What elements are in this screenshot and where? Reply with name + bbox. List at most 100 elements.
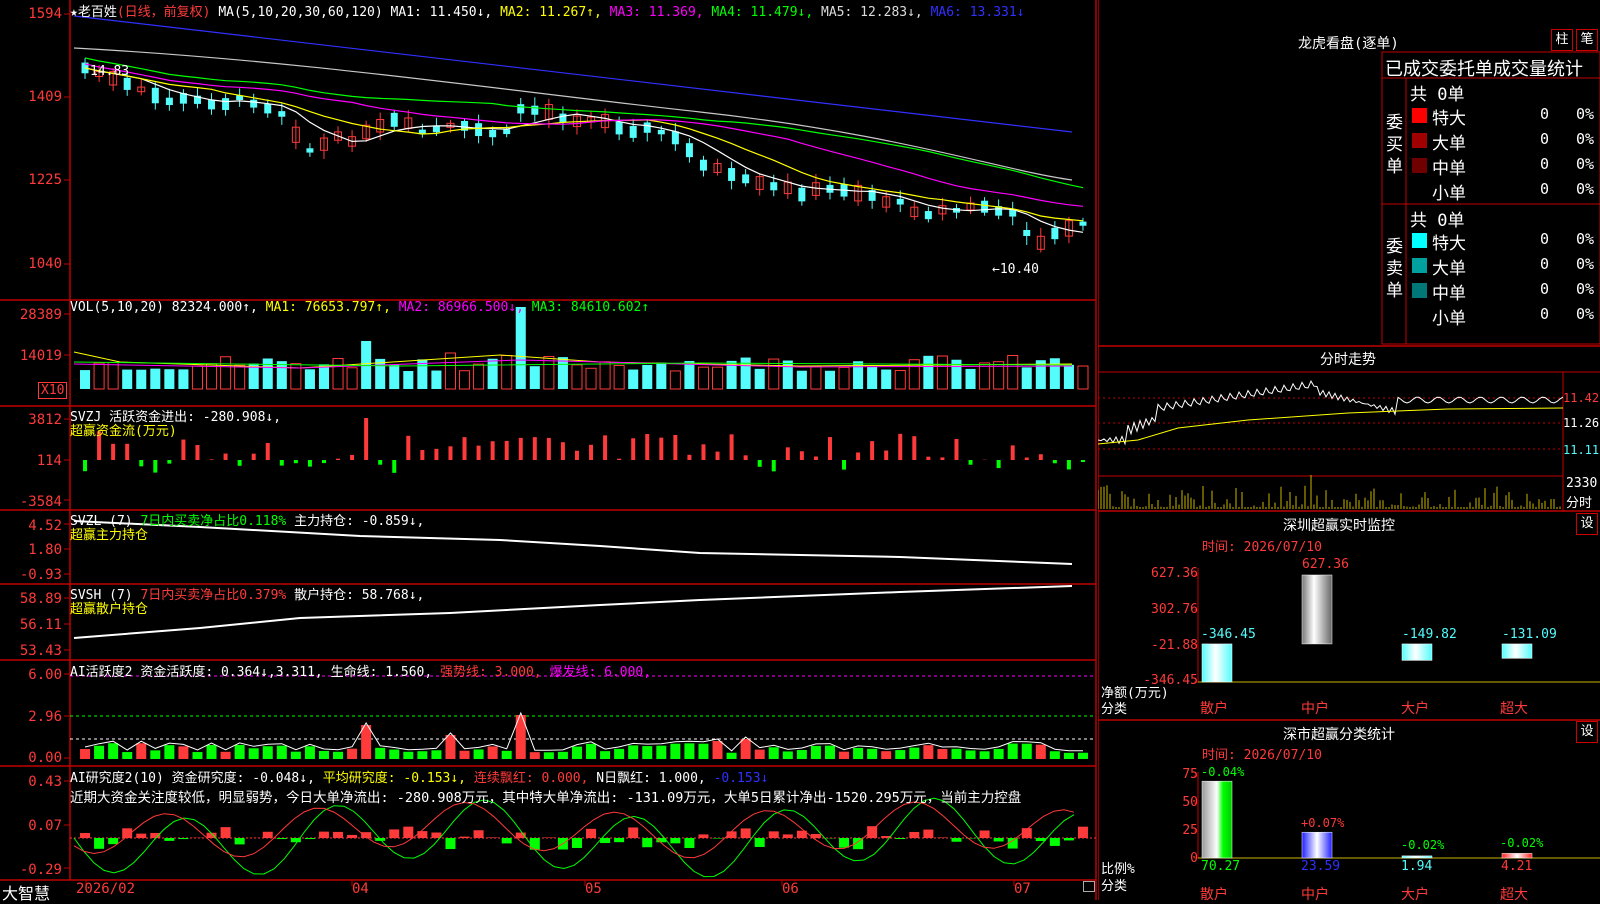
ai1-bar — [80, 749, 90, 759]
classify-bar-2 — [1402, 856, 1432, 858]
svzl-ratio: 7日内买卖净占比0.118% — [140, 514, 286, 529]
candle-down — [925, 211, 932, 219]
volume-bar-up — [94, 363, 104, 389]
ai2-bar-neg — [305, 838, 315, 839]
ai1-title-line: AI活跃度2 资金活跃度: 0.364↓,3.311, 生命线: 1.560, … — [70, 661, 651, 680]
candle-down — [658, 130, 665, 134]
ai2-bar-neg — [235, 838, 245, 844]
svzj-subtitle: 超赢资金流(万元) — [70, 420, 177, 439]
volume-bar-down — [741, 358, 751, 389]
volume-bar-down — [923, 356, 933, 389]
volume-bar-up — [572, 365, 582, 389]
ma-params: MA(5,10,20,30,60,120) — [218, 5, 382, 20]
ai1-e: 爆发线: 6.000, — [549, 665, 651, 680]
monitor-settings-button[interactable]: 设 — [1576, 513, 1598, 535]
ai2-bar-neg — [670, 838, 680, 843]
candle-down — [208, 100, 215, 110]
classify-xlabel-title: 分类 — [1101, 875, 1127, 894]
volume-bar-down — [966, 369, 976, 389]
ai2-bar-pos — [628, 827, 638, 838]
svzj-bar-in — [926, 457, 930, 460]
buy-row-swatch-2 — [1412, 158, 1427, 173]
ma1-value: MA1: 11.450↓, — [391, 5, 493, 20]
ai2-ylabel-0: 0.43 — [0, 774, 62, 790]
svzj-bar-in — [828, 437, 832, 460]
buy-row-pct-3: 0% — [1576, 180, 1594, 198]
pen-mode-button[interactable]: 笔 — [1576, 29, 1598, 51]
sell-row-count-3: 0 — [1540, 305, 1549, 323]
main-title-line: ★老百姓(日线，前复权) MA(5,10,20,30,60,120) MA1: … — [70, 1, 1025, 20]
ai1-bar — [909, 748, 919, 759]
monitor-bar-0 — [1202, 644, 1232, 682]
ai2-bar-neg — [1064, 838, 1074, 840]
volume-bar-up — [235, 365, 245, 389]
svzj-bar-in — [1039, 454, 1043, 460]
svzj-bar-out — [1081, 460, 1085, 462]
sell-row-name-1: 大单 — [1432, 254, 1466, 279]
volume-bar-up — [207, 364, 217, 389]
bar-mode-button[interactable]: 柱 — [1551, 29, 1573, 51]
volume-bar-up — [544, 357, 554, 389]
candle-down — [1023, 230, 1030, 236]
buy-row-pct-2: 0% — [1576, 155, 1594, 173]
ai1-bar — [178, 746, 188, 759]
ai2-bar-pos — [937, 837, 947, 838]
ai1-ylabel-0: 6.00 — [0, 667, 62, 683]
volume-bar-down — [867, 367, 877, 389]
svzj-bar-in — [687, 455, 691, 460]
ai2-bar-neg — [1050, 838, 1060, 846]
ai1-bar — [544, 752, 554, 759]
ai1-bar — [881, 751, 891, 759]
svzj-bar-out — [969, 460, 973, 465]
svsh-hold: 散户持仓: 58.768↓, — [294, 588, 424, 603]
sell-orders-label: 委卖单 — [1386, 236, 1406, 302]
ai2-b: 平均研究度: -0.153↓, — [323, 771, 466, 786]
xaxis-label-2: 05 — [585, 881, 602, 897]
svzj-ylabel-1: 114 — [0, 453, 62, 469]
vol-params: VOL(5,10,20) — [70, 300, 164, 315]
ma6-value: MA6: 13.331↓ — [931, 5, 1025, 20]
monitor-time: 时间: 2026/07/10 — [1202, 536, 1322, 555]
svzj-bar-out — [238, 460, 242, 466]
intraday-ylabel-0: 11.42 — [1563, 391, 1599, 405]
high-price-marker: 14.83 — [90, 64, 129, 79]
classify-settings-button[interactable]: 设 — [1576, 721, 1598, 743]
classify-ylabel-3: 0 — [1150, 851, 1198, 866]
candle-down — [1079, 222, 1086, 226]
vol-scale-badge[interactable]: X10 — [38, 382, 67, 399]
volume-bar-down — [530, 366, 540, 389]
ai1-bar — [1078, 753, 1088, 759]
ai1-bar — [249, 748, 259, 759]
candle-down — [742, 174, 749, 183]
intraday-bottom-label: 分时 — [1566, 492, 1592, 511]
ai2-bar-neg — [178, 838, 188, 839]
ai2-bar-neg — [1008, 838, 1018, 849]
volume-bar-down — [319, 364, 329, 389]
vol-value: 82324.000↑, — [172, 300, 258, 315]
svsh-ratio: 7日内买卖净占比0.379% — [140, 588, 286, 603]
ai1-bar — [474, 749, 484, 759]
ai1-bar — [713, 741, 723, 759]
svzj-bar-in — [940, 457, 944, 460]
lock-icon[interactable] — [1083, 881, 1095, 892]
ai1-bar — [1022, 744, 1032, 759]
candle-down — [222, 98, 229, 110]
candle-down — [981, 201, 988, 213]
ai1-bar — [207, 745, 217, 759]
volume-bars — [80, 307, 1088, 389]
ai1-bar — [980, 751, 990, 759]
svzl-subtitle: 超赢主力持仓 — [70, 524, 148, 543]
volume-bar-down — [488, 359, 498, 389]
monitor-cat-1: 中户 — [1301, 698, 1329, 718]
volume-bar-up — [192, 366, 202, 389]
classify-ylabel-0: 75 — [1150, 767, 1198, 782]
sell-row-name-3: 小单 — [1432, 304, 1466, 329]
chart-area[interactable] — [0, 0, 1100, 900]
ai2-bar-pos — [460, 837, 470, 838]
volume-bar-down — [684, 361, 694, 389]
stock-name[interactable]: ★老百姓 — [70, 5, 117, 20]
ai2-ylabel-1: 0.07 — [0, 818, 62, 834]
ai2-bar-neg — [642, 838, 652, 847]
candle-down — [700, 160, 707, 171]
svzj-bar-in — [617, 459, 621, 460]
